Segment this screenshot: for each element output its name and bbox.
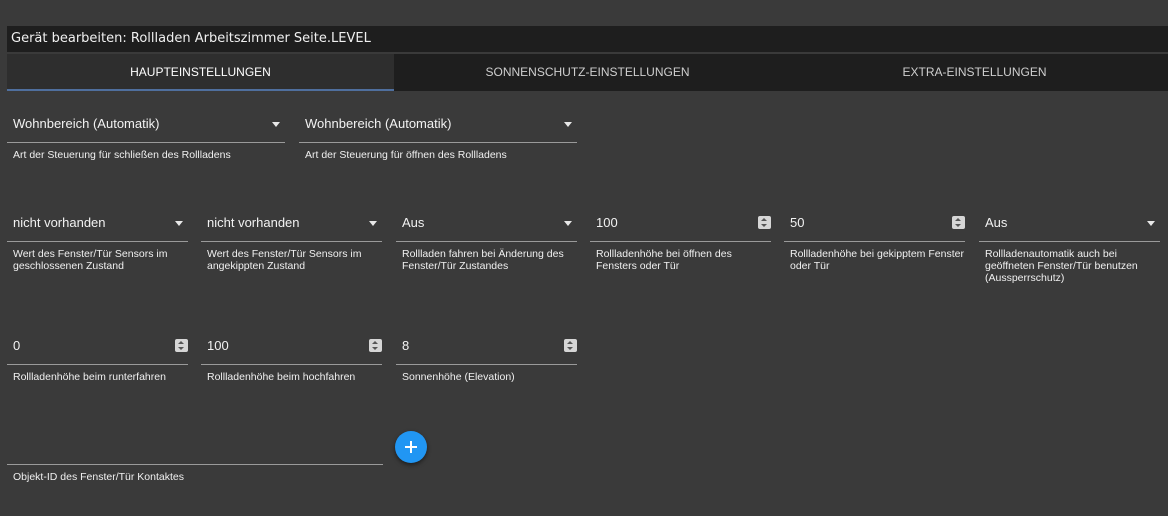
drive-on-change-label: Rollladen fahren bei Änderung des Fenste… [402,248,564,272]
sensor-tilted-field: nicht vorhanden Wert des Fenster/Tür Sen… [201,204,382,272]
spinner-icon[interactable] [175,339,188,352]
height-open-value: 100 [596,215,618,230]
caret-down-icon [272,122,280,127]
drive-on-change-select[interactable]: Aus [396,204,577,242]
elevation-field: 8 Sonnenhöhe (Elevation) [396,327,577,383]
caret-down-icon [564,122,572,127]
height-open-label: Rollladenhöhe bei öffnen des Fensters od… [596,248,732,272]
tab-bar: HAUPTEINSTELLUNGEN SONNENSCHUTZ-EINSTELL… [7,54,1168,91]
add-icon[interactable] [395,431,427,463]
spinner-icon[interactable] [758,216,771,229]
lockout-label: Rollladenautomatik auch bei geöffneten F… [985,248,1138,284]
tab-sonnenschutz-einstellungen[interactable]: SONNENSCHUTZ-EINSTELLUNGEN [394,54,781,91]
height-up-field: 100 Rollladenhöhe beim hochfahren [201,327,382,383]
sensor-closed-value: nicht vorhanden [13,215,106,230]
sensor-tilted-label: Wert des Fenster/Tür Sensors im angekipp… [207,248,362,272]
height-down-value: 0 [13,338,21,353]
lockout-field: Aus Rollladenautomatik auch bei geöffnet… [979,204,1160,284]
open-mode-value: Wohnbereich (Automatik) [305,116,452,131]
height-down-field: 0 Rollladenhöhe beim runterfahren [7,327,188,383]
sensor-closed-select[interactable]: nicht vorhanden [7,204,188,242]
close-mode-select[interactable]: Wohnbereich (Automatik) [7,105,285,143]
contact-id-label: Objekt-ID des Fenster/Tür Kontaktes [13,471,184,483]
close-mode-field: Wohnbereich (Automatik) Art der Steuerun… [7,105,285,161]
elevation-input[interactable]: 8 [396,327,577,365]
spinner-icon[interactable] [952,216,965,229]
height-down-input[interactable]: 0 [7,327,188,365]
tab-extra-einstellungen[interactable]: EXTRA-EINSTELLUNGEN [781,54,1168,91]
height-tilted-label: Rollladenhöhe bei gekipptem Fenster oder… [790,248,964,272]
height-open-input[interactable]: 100 [590,204,771,242]
drive-on-change-field: Aus Rollladen fahren bei Änderung des Fe… [396,204,577,272]
height-open-field: 100 Rollladenhöhe bei öffnen des Fenster… [590,204,771,272]
caret-down-icon [175,221,183,226]
tab-haupteinstellungen[interactable]: HAUPTEINSTELLUNGEN [7,54,394,91]
elevation-value: 8 [402,338,410,353]
close-mode-label: Art der Steuerung für schließen des Roll… [13,149,231,161]
drive-on-change-value: Aus [402,215,425,230]
sensor-closed-label: Wert des Fenster/Tür Sensors im geschlos… [13,248,168,272]
lockout-select[interactable]: Aus [979,204,1160,242]
spinner-icon[interactable] [564,339,577,352]
sensor-tilted-select[interactable]: nicht vorhanden [201,204,382,242]
caret-down-icon [1147,221,1155,226]
open-mode-select[interactable]: Wohnbereich (Automatik) [299,105,577,143]
height-tilted-field: 50 Rollladenhöhe bei gekipptem Fenster o… [784,204,965,272]
elevation-label: Sonnenhöhe (Elevation) [402,371,515,383]
spinner-icon[interactable] [369,339,382,352]
height-tilted-input[interactable]: 50 [784,204,965,242]
close-mode-value: Wohnbereich (Automatik) [13,116,160,131]
height-tilted-value: 50 [790,215,805,230]
height-up-label: Rollladenhöhe beim hochfahren [207,371,356,383]
caret-down-icon [369,221,377,226]
open-mode-label: Art der Steuerung für öffnen des Rolllad… [305,149,507,161]
open-mode-field: Wohnbereich (Automatik) Art der Steuerun… [299,105,577,161]
caret-down-icon [564,221,572,226]
contact-id-input[interactable] [7,427,383,465]
height-up-value: 100 [207,338,229,353]
dialog-title: Gerät bearbeiten: Rollladen Arbeitszimme… [7,26,1168,52]
sensor-tilted-value: nicht vorhanden [207,215,300,230]
height-up-input[interactable]: 100 [201,327,382,365]
height-down-label: Rollladenhöhe beim runterfahren [13,371,166,383]
lockout-value: Aus [985,215,1008,230]
contact-id-field: Objekt-ID des Fenster/Tür Kontaktes [7,427,383,483]
sensor-closed-field: nicht vorhanden Wert des Fenster/Tür Sen… [7,204,188,272]
